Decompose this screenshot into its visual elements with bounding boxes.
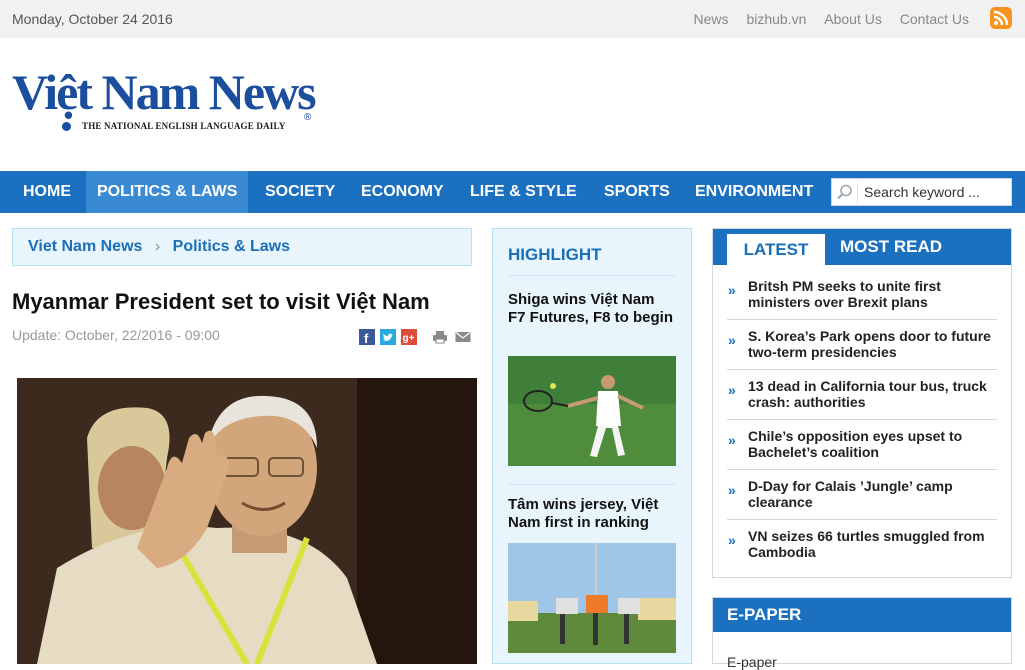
list-item[interactable]: » VN seizes 66 turtles smuggled from Camb…	[727, 520, 997, 570]
logo-tagline: THE NATIONAL ENGLISH LANGUAGE DAILY	[82, 121, 286, 131]
list-item[interactable]: » S. Korea’s Park opens door to future tw…	[727, 320, 997, 370]
top-link-contact-us[interactable]: Contact Us	[900, 11, 969, 27]
tab-most-read[interactable]: MOST READ	[840, 229, 942, 265]
list-item[interactable]: » Britsh PM seeks to unite first minister…	[727, 270, 997, 320]
highlight-story-2[interactable]: Tâm wins jersey, Việt Nam first in ranki…	[508, 496, 676, 532]
main-nav: HOME POLITICS & LAWS SOCIETY ECONOMY LIF…	[0, 171, 1025, 213]
search-box	[831, 178, 1012, 206]
nav-society[interactable]: SOCIETY	[254, 171, 346, 213]
top-link-about-us[interactable]: About Us	[824, 11, 882, 27]
top-bar: Monday, October 24 2016 News bizhub.vn A…	[0, 0, 1025, 38]
site-logo[interactable]: Việt Nam News THE NATIONAL ENGLISH LANGU…	[12, 64, 322, 139]
print-icon[interactable]	[432, 329, 448, 345]
logo-wordmark: Việt Nam News	[12, 64, 317, 120]
top-link-news[interactable]: News	[694, 11, 729, 27]
twitter-icon[interactable]	[380, 329, 396, 345]
highlight-divider-2	[508, 484, 676, 485]
epaper-title: E-PAPER	[713, 598, 1011, 632]
top-links: News bizhub.vn About Us Contact Us	[680, 11, 969, 27]
list-item[interactable]: » D-Day for Calais ’Jungle’ camp clearanc…	[727, 470, 997, 520]
highlight-story-1[interactable]: Shiga wins Việt Nam F7 Futures, F8 to be…	[508, 291, 676, 327]
nav-home[interactable]: HOME	[12, 171, 82, 213]
nav-economy[interactable]: ECONOMY	[350, 171, 455, 213]
breadcrumb-separator-icon: ›	[154, 238, 161, 255]
breadcrumb-home[interactable]: Viet Nam News	[28, 238, 142, 255]
nav-politics-laws[interactable]: POLITICS & LAWS	[86, 171, 249, 213]
search-icon[interactable]	[836, 183, 858, 203]
svg-text:g+: g+	[403, 333, 415, 344]
epaper-box: E-PAPER E-paper	[712, 597, 1012, 670]
arrow-icon: »	[728, 432, 736, 448]
arrow-icon: »	[728, 282, 736, 298]
google-plus-icon[interactable]: g+	[401, 329, 417, 345]
arrow-icon: »	[728, 332, 736, 348]
news-tabs: LATEST MOST READ	[713, 229, 1011, 265]
arrow-icon: »	[728, 532, 736, 548]
top-link-bizhub[interactable]: bizhub.vn	[746, 11, 806, 27]
tab-latest[interactable]: LATEST	[727, 234, 825, 265]
logo-registered-mark: ®	[304, 112, 312, 123]
highlight-story-1-image[interactable]	[508, 356, 676, 466]
highlight-panel: HIGHLIGHT Shiga wins Việt Nam F7 Futures…	[492, 228, 692, 664]
list-item[interactable]: » Chile’s opposition eyes upset to Bachel…	[727, 420, 997, 470]
highlight-story-2-image[interactable]	[508, 543, 676, 653]
highlight-divider	[508, 275, 676, 276]
arrow-icon: »	[728, 482, 736, 498]
nav-environment[interactable]: ENVIRONMENT	[684, 171, 824, 213]
logo-dot	[62, 122, 71, 131]
list-item[interactable]: » 13 dead in California tour bus, truck c…	[727, 370, 997, 420]
epaper-link[interactable]: E-paper	[727, 654, 777, 670]
search-input[interactable]	[864, 183, 1009, 201]
latest-news-box: LATEST MOST READ » Britsh PM seeks to uni…	[712, 228, 1012, 578]
email-icon[interactable]	[455, 329, 471, 345]
rss-icon[interactable]	[990, 7, 1012, 29]
highlight-title: HIGHLIGHT	[508, 245, 602, 264]
article-photo	[17, 378, 477, 664]
breadcrumb-current[interactable]: Politics & Laws	[173, 238, 290, 255]
latest-news-list: » Britsh PM seeks to unite first minister…	[727, 270, 997, 570]
svg-text:f: f	[364, 331, 369, 345]
article-update-time: Update: October, 22/2016 - 09:00	[12, 327, 220, 343]
article-title: Myanmar President set to visit Việt Nam	[12, 289, 430, 314]
nav-sports[interactable]: SPORTS	[593, 171, 681, 213]
current-date: Monday, October 24 2016	[12, 11, 173, 27]
nav-life-style[interactable]: LIFE & STYLE	[459, 171, 588, 213]
arrow-icon: »	[728, 382, 736, 398]
facebook-icon[interactable]: f	[359, 329, 375, 346]
breadcrumb: Viet Nam News › Politics & Laws	[12, 228, 472, 266]
